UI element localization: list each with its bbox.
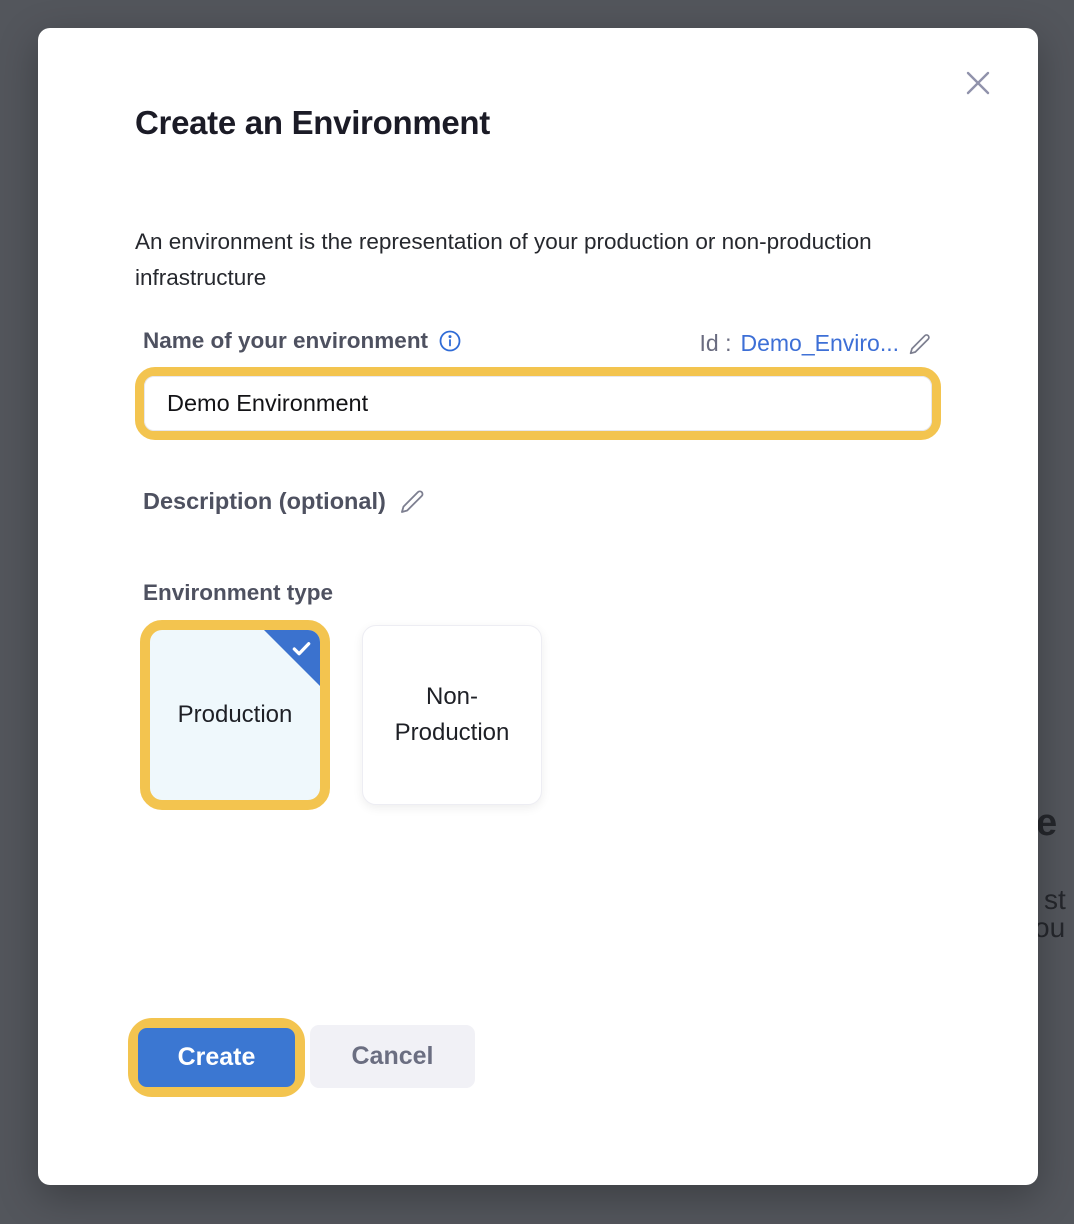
card-label: Non-Production <box>388 679 516 751</box>
description-field-row[interactable]: Description (optional) <box>143 488 426 515</box>
environment-type-card-production[interactable]: Production <box>150 630 320 800</box>
create-button-highlight-ring: Create <box>128 1018 305 1097</box>
description-field-label: Description (optional) <box>143 488 386 515</box>
create-environment-dialog: Create an Environment An environment is … <box>38 28 1038 1185</box>
environment-id-prefix: Id : <box>700 330 732 357</box>
page-title: Create an Environment <box>135 104 490 142</box>
pencil-icon[interactable] <box>908 332 932 356</box>
environment-type-card-production-highlight-ring: Production <box>140 620 330 810</box>
name-input-highlight-ring <box>135 367 941 440</box>
environment-name-input[interactable] <box>144 376 932 431</box>
info-circle-icon[interactable] <box>438 329 462 353</box>
environment-id-row: Id : Demo_Enviro... <box>700 330 932 357</box>
dialog-description: An environment is the representation of … <box>135 224 905 296</box>
clipped-text-fragment: ou <box>1034 912 1065 944</box>
clipped-text-fragment: e <box>1036 802 1057 845</box>
close-icon[interactable] <box>956 61 1000 105</box>
cancel-button[interactable]: Cancel <box>310 1025 475 1088</box>
checkmark-icon <box>290 637 313 660</box>
pencil-icon[interactable] <box>399 488 426 515</box>
name-field-label-row: Name of your environment <box>143 328 462 354</box>
create-button[interactable]: Create <box>138 1028 295 1087</box>
environment-type-label: Environment type <box>143 580 333 606</box>
environment-id-link[interactable]: Demo_Enviro... <box>740 330 899 357</box>
card-label: Production <box>178 697 293 733</box>
environment-type-card-non-production[interactable]: Non-Production <box>362 625 542 805</box>
name-field-label: Name of your environment <box>143 328 428 354</box>
